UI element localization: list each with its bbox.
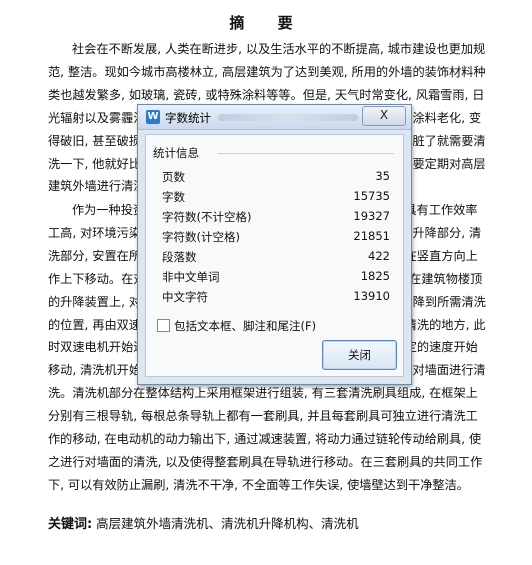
close-button[interactable]: 关闭 [322,340,397,370]
stat-label-words: 字数 [162,190,185,204]
stat-value-non-chinese-words: 1825 [360,269,390,283]
keywords-label: 关键词: [48,517,93,532]
keywords-text: 高层建筑外墙清洗机、清洗机升降机构、清洗机 [92,516,359,531]
stat-label-chars-with-spaces: 字符数(计空格) [162,230,240,244]
stat-label-pages: 页数 [162,170,185,184]
stat-label-non-chinese-words: 非中文单词 [162,270,220,284]
stat-label-chinese-chars: 中文字符 [162,290,208,304]
stat-value-chars-no-spaces: 19327 [353,209,390,223]
group-divider [218,153,394,154]
abstract-title: 摘 要 [229,14,307,32]
stat-value-words: 15735 [353,189,390,203]
statistics-group-label: 统计信息 [153,146,199,160]
stat-value-chars-with-spaces: 21851 [353,229,390,243]
word-count-dialog: W 字数统计 X 统计信息 页数 35 字数 15735 字符数(不计空格) 1… [137,104,412,385]
stat-value-pages: 35 [375,169,390,183]
word-app-icon: W [146,110,160,124]
close-icon[interactable]: X [362,106,406,126]
dialog-title: 字数统计 [165,111,211,125]
keywords-line: 关键词: 高层建筑外墙清洗机、清洗机升降机构、清洗机 [48,513,359,532]
blurred-titlebar-region [218,114,358,121]
stat-value-chinese-chars: 13910 [353,289,390,303]
include-textboxes-label[interactable]: 包括文本框、脚注和尾注(F) [174,318,316,334]
stat-value-paragraphs: 422 [368,249,390,263]
stat-label-chars-no-spaces: 字符数(不计空格) [162,210,252,224]
dialog-content: 统计信息 页数 35 字数 15735 字符数(不计空格) 19327 字符数(… [145,134,404,377]
stat-label-paragraphs: 段落数 [162,250,197,264]
dialog-titlebar[interactable]: W 字数统计 X [138,105,411,130]
include-textboxes-checkbox[interactable] [157,319,170,332]
